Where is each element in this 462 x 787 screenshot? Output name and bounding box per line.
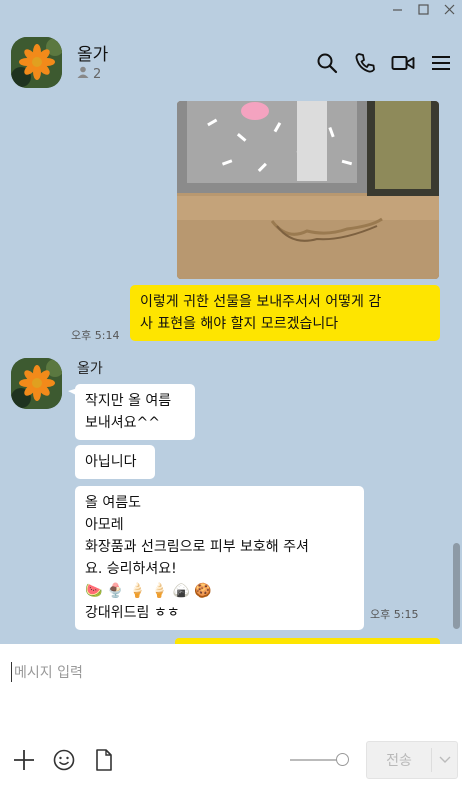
send-button[interactable]: 전송 bbox=[366, 741, 458, 779]
menu-icon[interactable] bbox=[428, 50, 454, 76]
message-composer: 메시지 입력 전송 bbox=[0, 644, 462, 787]
sender-name: 올가 bbox=[77, 361, 103, 377]
chat-scrollbar[interactable] bbox=[453, 543, 460, 629]
message-input[interactable]: 메시지 입력 bbox=[11, 662, 83, 682]
maximize-icon[interactable] bbox=[410, 0, 436, 18]
my-message-bubble[interactable]: 이렇게 귀한 선물을 보내주서서 어떻게 감 사 표현을 해야 할지 모르겠습니… bbox=[130, 285, 440, 341]
search-icon[interactable] bbox=[314, 50, 340, 76]
message-time: 오후 5:14 bbox=[71, 329, 120, 342]
header-actions bbox=[314, 50, 454, 76]
message-list[interactable]: 이렇게 귀한 선물을 보내주서서 어떻게 감 사 표현을 해야 할지 모르겠습니… bbox=[0, 88, 462, 644]
member-count[interactable]: 2 bbox=[77, 66, 101, 82]
other-message-bubble[interactable]: 작지만 올 여름 보내셔요^^ bbox=[75, 384, 195, 440]
sender-avatar[interactable] bbox=[11, 358, 62, 409]
chevron-down-icon[interactable] bbox=[432, 756, 457, 764]
profile-avatar[interactable] bbox=[11, 37, 62, 88]
close-icon[interactable] bbox=[436, 0, 462, 18]
video-call-icon[interactable] bbox=[390, 50, 416, 76]
chat-header: 올가 2 bbox=[0, 18, 462, 88]
photo-message[interactable] bbox=[177, 101, 439, 279]
person-icon bbox=[77, 66, 89, 82]
file-icon[interactable] bbox=[92, 748, 116, 772]
phone-icon[interactable] bbox=[352, 50, 378, 76]
emoticon-icon[interactable] bbox=[52, 748, 76, 772]
plus-icon[interactable] bbox=[12, 748, 36, 772]
composer-tools bbox=[12, 748, 116, 772]
send-button-label: 전송 bbox=[386, 753, 412, 769]
message-time: 오후 5:15 bbox=[370, 608, 419, 621]
font-size-slider-knob[interactable] bbox=[336, 753, 349, 766]
other-message-bubble[interactable]: 아닙니다 bbox=[75, 445, 155, 479]
member-count-value: 2 bbox=[93, 66, 102, 82]
window-controls bbox=[384, 0, 462, 18]
other-message-bubble[interactable]: 올 여름도 아모레 화장품과 선크림으로 피부 보호해 주셔 요. 승리하셔요!… bbox=[75, 486, 364, 630]
minimize-icon[interactable] bbox=[384, 0, 410, 18]
chat-title: 올가 bbox=[77, 45, 109, 65]
